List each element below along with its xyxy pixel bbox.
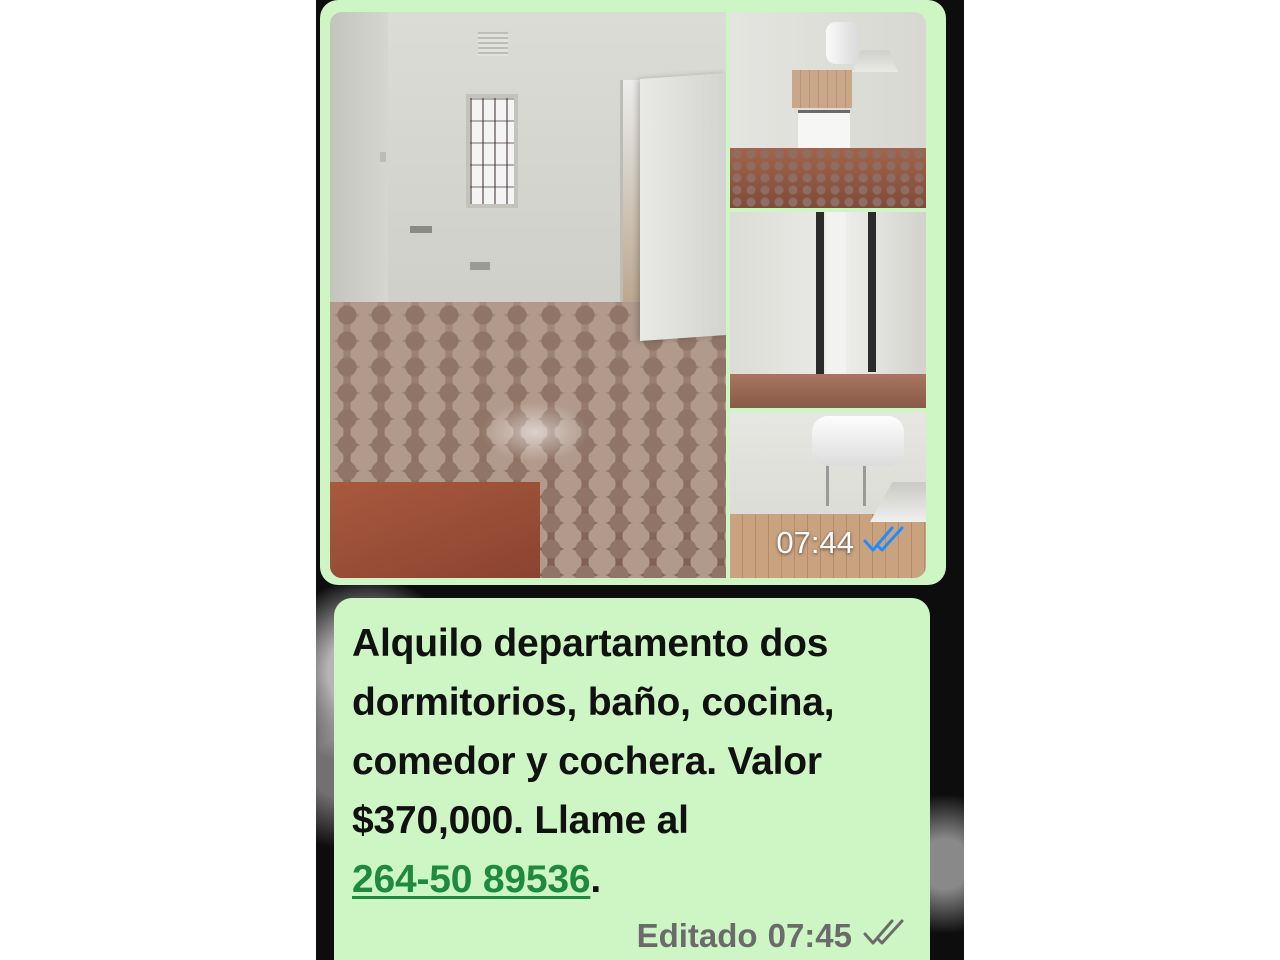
window — [466, 94, 518, 208]
text-message-meta: Editado 07:45 — [637, 916, 910, 956]
hallway-photo[interactable] — [730, 212, 926, 408]
image-message-bubble[interactable]: 07:44 — [320, 0, 946, 585]
edited-label: Editado — [636, 917, 758, 954]
text-message-time: 07:45 — [767, 917, 852, 954]
image-message-meta: 07:44 — [776, 524, 908, 562]
message-line: Alquilo departamento dos — [352, 622, 829, 665]
phone-number-link[interactable]: 264-50 89536 — [352, 858, 591, 901]
double-check-read-icon — [862, 524, 908, 562]
text-message-bubble[interactable]: Alquilo departamento dos dormitorios, ba… — [334, 598, 930, 960]
double-check-icon — [862, 916, 910, 956]
open-door — [640, 72, 726, 342]
image-message-time: 07:44 — [776, 525, 854, 560]
message-trailing: . — [590, 858, 601, 901]
photo-album-grid[interactable]: 07:44 — [330, 12, 926, 578]
kitchen-photo[interactable] — [730, 12, 926, 208]
message-text: Alquilo departamento dos dormitorios, ba… — [352, 614, 912, 909]
chat-screen: 07:44 Alquilo departamento dos dormitori… — [316, 0, 964, 960]
message-line: comedor y cochera. Valor — [352, 740, 822, 783]
message-line: dormitorios, baño, cocina, — [352, 681, 835, 724]
room-photo[interactable] — [330, 12, 726, 578]
message-line: $370,000. Llame al — [352, 799, 689, 842]
